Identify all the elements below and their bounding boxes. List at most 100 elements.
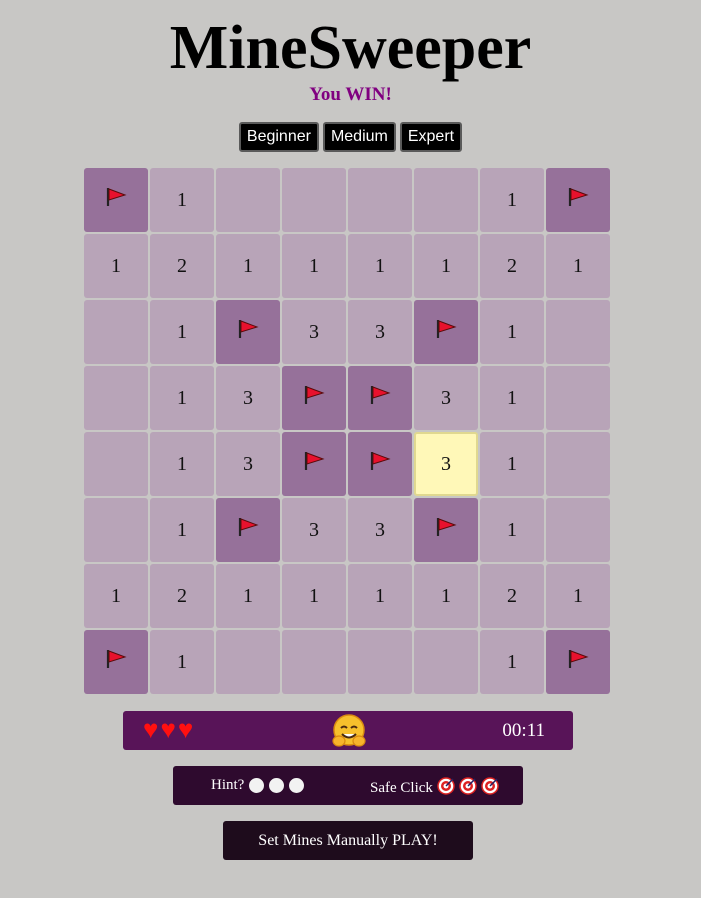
- board-cell[interactable]: 3: [414, 366, 478, 430]
- board-cell[interactable]: 1: [348, 234, 412, 298]
- flag-icon: [236, 318, 260, 346]
- board-cell[interactable]: [546, 630, 610, 694]
- board-cell[interactable]: [216, 630, 280, 694]
- board-cell[interactable]: 3: [216, 366, 280, 430]
- board-cell[interactable]: [348, 168, 412, 232]
- board-cell[interactable]: [282, 168, 346, 232]
- board-cell[interactable]: 1: [480, 300, 544, 364]
- board-cell[interactable]: 1: [216, 234, 280, 298]
- board-cell[interactable]: 3: [282, 300, 346, 364]
- board-cell[interactable]: 3: [414, 432, 478, 496]
- level-expert-button[interactable]: Expert: [399, 122, 463, 152]
- board-cell[interactable]: [414, 168, 478, 232]
- target-icon[interactable]: [459, 777, 477, 800]
- hint-control[interactable]: Hint?: [211, 777, 305, 794]
- board-cell[interactable]: 3: [348, 498, 412, 562]
- board-cell[interactable]: 1: [348, 564, 412, 628]
- cell-number: 3: [375, 320, 385, 343]
- flag-icon: [302, 384, 326, 412]
- board-cell[interactable]: [216, 498, 280, 562]
- hugging-face-icon[interactable]: [331, 714, 367, 753]
- board-cell[interactable]: [546, 498, 610, 562]
- status-bar: ♥♥♥ 00:11: [123, 711, 573, 750]
- safe-click-control[interactable]: Safe Click: [370, 777, 499, 800]
- board-cell[interactable]: 1: [414, 234, 478, 298]
- board-cell[interactable]: [546, 300, 610, 364]
- board-cell[interactable]: [84, 498, 148, 562]
- board-cell[interactable]: [216, 168, 280, 232]
- board-cell[interactable]: 1: [150, 300, 214, 364]
- board-cell[interactable]: 1: [480, 366, 544, 430]
- board-cell[interactable]: 2: [480, 234, 544, 298]
- board-cell[interactable]: 1: [480, 168, 544, 232]
- board-cell[interactable]: 2: [150, 564, 214, 628]
- board-cell[interactable]: [546, 168, 610, 232]
- hint-dot-icon[interactable]: [269, 778, 285, 793]
- cell-number: 1: [573, 254, 583, 277]
- board-cell[interactable]: 1: [282, 234, 346, 298]
- target-icon[interactable]: [437, 777, 455, 800]
- board-cell[interactable]: [84, 300, 148, 364]
- cell-number: 1: [309, 584, 319, 607]
- board-cell[interactable]: [84, 366, 148, 430]
- cell-number: 1: [507, 452, 517, 475]
- board-cell[interactable]: [546, 366, 610, 430]
- board-cell[interactable]: 3: [282, 498, 346, 562]
- target-icon[interactable]: [481, 777, 499, 800]
- board-cell[interactable]: [546, 432, 610, 496]
- cell-number: 1: [177, 188, 187, 211]
- board-cell[interactable]: 1: [414, 564, 478, 628]
- board-cell[interactable]: 1: [216, 564, 280, 628]
- flag-icon: [566, 186, 590, 214]
- board-cell[interactable]: 1: [480, 630, 544, 694]
- board-cell[interactable]: [348, 630, 412, 694]
- flag-icon: [566, 648, 590, 676]
- flag-icon: [104, 648, 128, 676]
- board-cell[interactable]: [414, 300, 478, 364]
- flag-icon: [368, 384, 392, 412]
- cell-number: 1: [309, 254, 319, 277]
- board-cell[interactable]: 2: [150, 234, 214, 298]
- board-cell[interactable]: [84, 168, 148, 232]
- board-cell[interactable]: 1: [546, 234, 610, 298]
- board-cell[interactable]: 1: [84, 564, 148, 628]
- cell-number: 3: [309, 320, 319, 343]
- board-cell[interactable]: [348, 432, 412, 496]
- board-cell[interactable]: 1: [84, 234, 148, 298]
- board-cell[interactable]: 1: [282, 564, 346, 628]
- board-cell[interactable]: [414, 498, 478, 562]
- lives-hearts: ♥♥♥: [143, 715, 196, 744]
- board-cell[interactable]: [282, 432, 346, 496]
- board-cell[interactable]: 1: [150, 366, 214, 430]
- board-cell[interactable]: [84, 630, 148, 694]
- board-cell[interactable]: 1: [546, 564, 610, 628]
- hint-dot-icon[interactable]: [249, 778, 265, 793]
- flag-icon: [104, 186, 128, 214]
- cell-number: 1: [111, 584, 121, 607]
- cell-number: 3: [309, 518, 319, 541]
- board-cell[interactable]: 1: [150, 432, 214, 496]
- cell-number: 1: [507, 518, 517, 541]
- board-cell[interactable]: [282, 630, 346, 694]
- board-cell[interactable]: 1: [150, 630, 214, 694]
- level-beginner-button[interactable]: Beginner: [238, 122, 319, 152]
- board-cell[interactable]: [216, 300, 280, 364]
- cell-number: 3: [243, 386, 253, 409]
- board-cell[interactable]: 3: [216, 432, 280, 496]
- flag-icon: [434, 318, 458, 346]
- board-cell[interactable]: 3: [348, 300, 412, 364]
- hint-dot-icon[interactable]: [289, 778, 305, 793]
- board-cell[interactable]: 1: [150, 498, 214, 562]
- board-cell[interactable]: [348, 366, 412, 430]
- board-cell[interactable]: 2: [480, 564, 544, 628]
- flag-icon: [302, 450, 326, 478]
- board-cell[interactable]: [84, 432, 148, 496]
- board-cell[interactable]: 1: [150, 168, 214, 232]
- set-mines-play-button[interactable]: Set Mines Manually PLAY!: [223, 821, 473, 860]
- board-cell[interactable]: [414, 630, 478, 694]
- board-cell[interactable]: [282, 366, 346, 430]
- board-cell[interactable]: 1: [480, 498, 544, 562]
- cell-number: 1: [573, 584, 583, 607]
- board-cell[interactable]: 1: [480, 432, 544, 496]
- level-medium-button[interactable]: Medium: [322, 122, 396, 152]
